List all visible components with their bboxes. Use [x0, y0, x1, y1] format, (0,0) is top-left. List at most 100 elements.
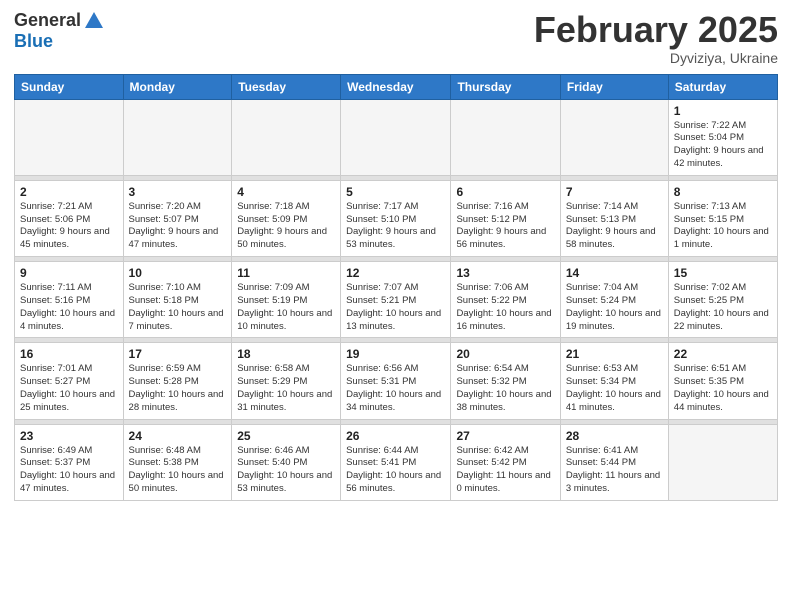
logo-general-text: General	[14, 11, 81, 31]
table-row: 16Sunrise: 7:01 AM Sunset: 5:27 PM Dayli…	[15, 343, 124, 419]
day-number: 19	[346, 347, 445, 361]
day-number: 3	[129, 185, 227, 199]
header-thursday: Thursday	[451, 74, 560, 99]
calendar-week-row: 9 Sunrise: 7:11 AM Sunset: 5:16 PM Daylig…	[15, 262, 778, 338]
day-number: 13	[456, 266, 554, 280]
day-info: Sunrise: 6:48 AM Sunset: 5:38 PM Dayligh…	[129, 445, 227, 496]
day-number: 26	[346, 429, 445, 443]
header-friday: Friday	[560, 74, 668, 99]
day-info: Sunrise: 6:49 AM Sunset: 5:37 PM Dayligh…	[20, 445, 118, 496]
day-info: Sunrise: 6:51 AM Sunset: 5:35 PM Dayligh…	[674, 363, 772, 414]
table-row: 28 Sunrise: 6:41 AM Sunset: 5:44 PM Dayli…	[560, 424, 668, 500]
day-number: 2	[20, 185, 118, 199]
table-row: 19 Sunrise: 6:56 AM Sunset: 5:31 PM Dayli…	[341, 343, 451, 419]
day-info: Sunrise: 7:14 AM Sunset: 5:13 PM Dayligh…	[566, 201, 663, 252]
header: General Blue February 2025 Dyviziya, Ukr…	[14, 10, 778, 66]
day-info: Sunrise: 6:54 AM Sunset: 5:32 PM Dayligh…	[456, 363, 554, 414]
calendar-header-row: Sunday Monday Tuesday Wednesday Thursday…	[15, 74, 778, 99]
table-row: 6 Sunrise: 7:16 AM Sunset: 5:12 PM Daylig…	[451, 180, 560, 256]
table-row: 4Sunrise: 7:18 AM Sunset: 5:09 PM Daylig…	[232, 180, 341, 256]
day-info: Sunrise: 7:16 AM Sunset: 5:12 PM Dayligh…	[456, 201, 554, 252]
day-number: 6	[456, 185, 554, 199]
day-number: 1	[674, 104, 772, 118]
table-row: 27Sunrise: 6:42 AM Sunset: 5:42 PM Dayli…	[451, 424, 560, 500]
table-row	[560, 99, 668, 175]
table-row	[341, 99, 451, 175]
table-row: 5Sunrise: 7:17 AM Sunset: 5:10 PM Daylig…	[341, 180, 451, 256]
day-info: Sunrise: 7:07 AM Sunset: 5:21 PM Dayligh…	[346, 282, 445, 333]
table-row: 22 Sunrise: 6:51 AM Sunset: 5:35 PM Dayli…	[668, 343, 777, 419]
day-number: 14	[566, 266, 663, 280]
day-info: Sunrise: 7:04 AM Sunset: 5:24 PM Dayligh…	[566, 282, 663, 333]
calendar-week-row: 23 Sunrise: 6:49 AM Sunset: 5:37 PM Dayli…	[15, 424, 778, 500]
logo-blue-text: Blue	[14, 31, 53, 51]
table-row: 11Sunrise: 7:09 AM Sunset: 5:19 PM Dayli…	[232, 262, 341, 338]
table-row: 25 Sunrise: 6:46 AM Sunset: 5:40 PM Dayli…	[232, 424, 341, 500]
table-row: 9 Sunrise: 7:11 AM Sunset: 5:16 PM Daylig…	[15, 262, 124, 338]
table-row: 24 Sunrise: 6:48 AM Sunset: 5:38 PM Dayli…	[123, 424, 232, 500]
day-number: 9	[20, 266, 118, 280]
table-row: 7 Sunrise: 7:14 AM Sunset: 5:13 PM Daylig…	[560, 180, 668, 256]
calendar-week-row: 1Sunrise: 7:22 AM Sunset: 5:04 PM Daylig…	[15, 99, 778, 175]
header-monday: Monday	[123, 74, 232, 99]
day-info: Sunrise: 7:20 AM Sunset: 5:07 PM Dayligh…	[129, 201, 227, 252]
calendar-table: Sunday Monday Tuesday Wednesday Thursday…	[14, 74, 778, 501]
table-row: 17 Sunrise: 6:59 AM Sunset: 5:28 PM Dayli…	[123, 343, 232, 419]
title-block: February 2025 Dyviziya, Ukraine	[534, 10, 778, 66]
calendar-week-row: 2Sunrise: 7:21 AM Sunset: 5:06 PM Daylig…	[15, 180, 778, 256]
table-row: 8 Sunrise: 7:13 AM Sunset: 5:15 PM Daylig…	[668, 180, 777, 256]
day-info: Sunrise: 6:44 AM Sunset: 5:41 PM Dayligh…	[346, 445, 445, 496]
page: General Blue February 2025 Dyviziya, Ukr…	[0, 0, 792, 515]
table-row: 2Sunrise: 7:21 AM Sunset: 5:06 PM Daylig…	[15, 180, 124, 256]
table-row: 10 Sunrise: 7:10 AM Sunset: 5:18 PM Dayli…	[123, 262, 232, 338]
day-info: Sunrise: 6:53 AM Sunset: 5:34 PM Dayligh…	[566, 363, 663, 414]
day-number: 12	[346, 266, 445, 280]
day-number: 17	[129, 347, 227, 361]
table-row	[123, 99, 232, 175]
day-info: Sunrise: 7:01 AM Sunset: 5:27 PM Dayligh…	[20, 363, 118, 414]
table-row: 1Sunrise: 7:22 AM Sunset: 5:04 PM Daylig…	[668, 99, 777, 175]
day-info: Sunrise: 6:41 AM Sunset: 5:44 PM Dayligh…	[566, 445, 663, 496]
table-row: 26 Sunrise: 6:44 AM Sunset: 5:41 PM Dayli…	[341, 424, 451, 500]
day-number: 22	[674, 347, 772, 361]
day-number: 10	[129, 266, 227, 280]
table-row	[232, 99, 341, 175]
table-row: 15Sunrise: 7:02 AM Sunset: 5:25 PM Dayli…	[668, 262, 777, 338]
table-row: 13 Sunrise: 7:06 AM Sunset: 5:22 PM Dayli…	[451, 262, 560, 338]
location: Dyviziya, Ukraine	[534, 50, 778, 66]
day-number: 7	[566, 185, 663, 199]
day-number: 28	[566, 429, 663, 443]
calendar-week-row: 16Sunrise: 7:01 AM Sunset: 5:27 PM Dayli…	[15, 343, 778, 419]
day-number: 4	[237, 185, 335, 199]
day-number: 23	[20, 429, 118, 443]
day-info: Sunrise: 7:06 AM Sunset: 5:22 PM Dayligh…	[456, 282, 554, 333]
header-saturday: Saturday	[668, 74, 777, 99]
day-number: 11	[237, 266, 335, 280]
day-info: Sunrise: 7:11 AM Sunset: 5:16 PM Dayligh…	[20, 282, 118, 333]
day-info: Sunrise: 7:13 AM Sunset: 5:15 PM Dayligh…	[674, 201, 772, 252]
day-number: 24	[129, 429, 227, 443]
table-row: 21 Sunrise: 6:53 AM Sunset: 5:34 PM Dayli…	[560, 343, 668, 419]
day-info: Sunrise: 7:10 AM Sunset: 5:18 PM Dayligh…	[129, 282, 227, 333]
day-info: Sunrise: 7:17 AM Sunset: 5:10 PM Dayligh…	[346, 201, 445, 252]
day-info: Sunrise: 6:42 AM Sunset: 5:42 PM Dayligh…	[456, 445, 554, 496]
day-number: 18	[237, 347, 335, 361]
table-row: 3 Sunrise: 7:20 AM Sunset: 5:07 PM Daylig…	[123, 180, 232, 256]
table-row	[668, 424, 777, 500]
table-row: 23 Sunrise: 6:49 AM Sunset: 5:37 PM Dayli…	[15, 424, 124, 500]
logo-icon	[83, 10, 105, 32]
day-number: 21	[566, 347, 663, 361]
day-info: Sunrise: 6:46 AM Sunset: 5:40 PM Dayligh…	[237, 445, 335, 496]
header-tuesday: Tuesday	[232, 74, 341, 99]
table-row: 14 Sunrise: 7:04 AM Sunset: 5:24 PM Dayli…	[560, 262, 668, 338]
month-title: February 2025	[534, 10, 778, 50]
header-wednesday: Wednesday	[341, 74, 451, 99]
day-number: 15	[674, 266, 772, 280]
table-row	[15, 99, 124, 175]
day-number: 8	[674, 185, 772, 199]
table-row: 12 Sunrise: 7:07 AM Sunset: 5:21 PM Dayli…	[341, 262, 451, 338]
table-row: 18Sunrise: 6:58 AM Sunset: 5:29 PM Dayli…	[232, 343, 341, 419]
day-info: Sunrise: 6:59 AM Sunset: 5:28 PM Dayligh…	[129, 363, 227, 414]
day-number: 25	[237, 429, 335, 443]
day-info: Sunrise: 6:56 AM Sunset: 5:31 PM Dayligh…	[346, 363, 445, 414]
